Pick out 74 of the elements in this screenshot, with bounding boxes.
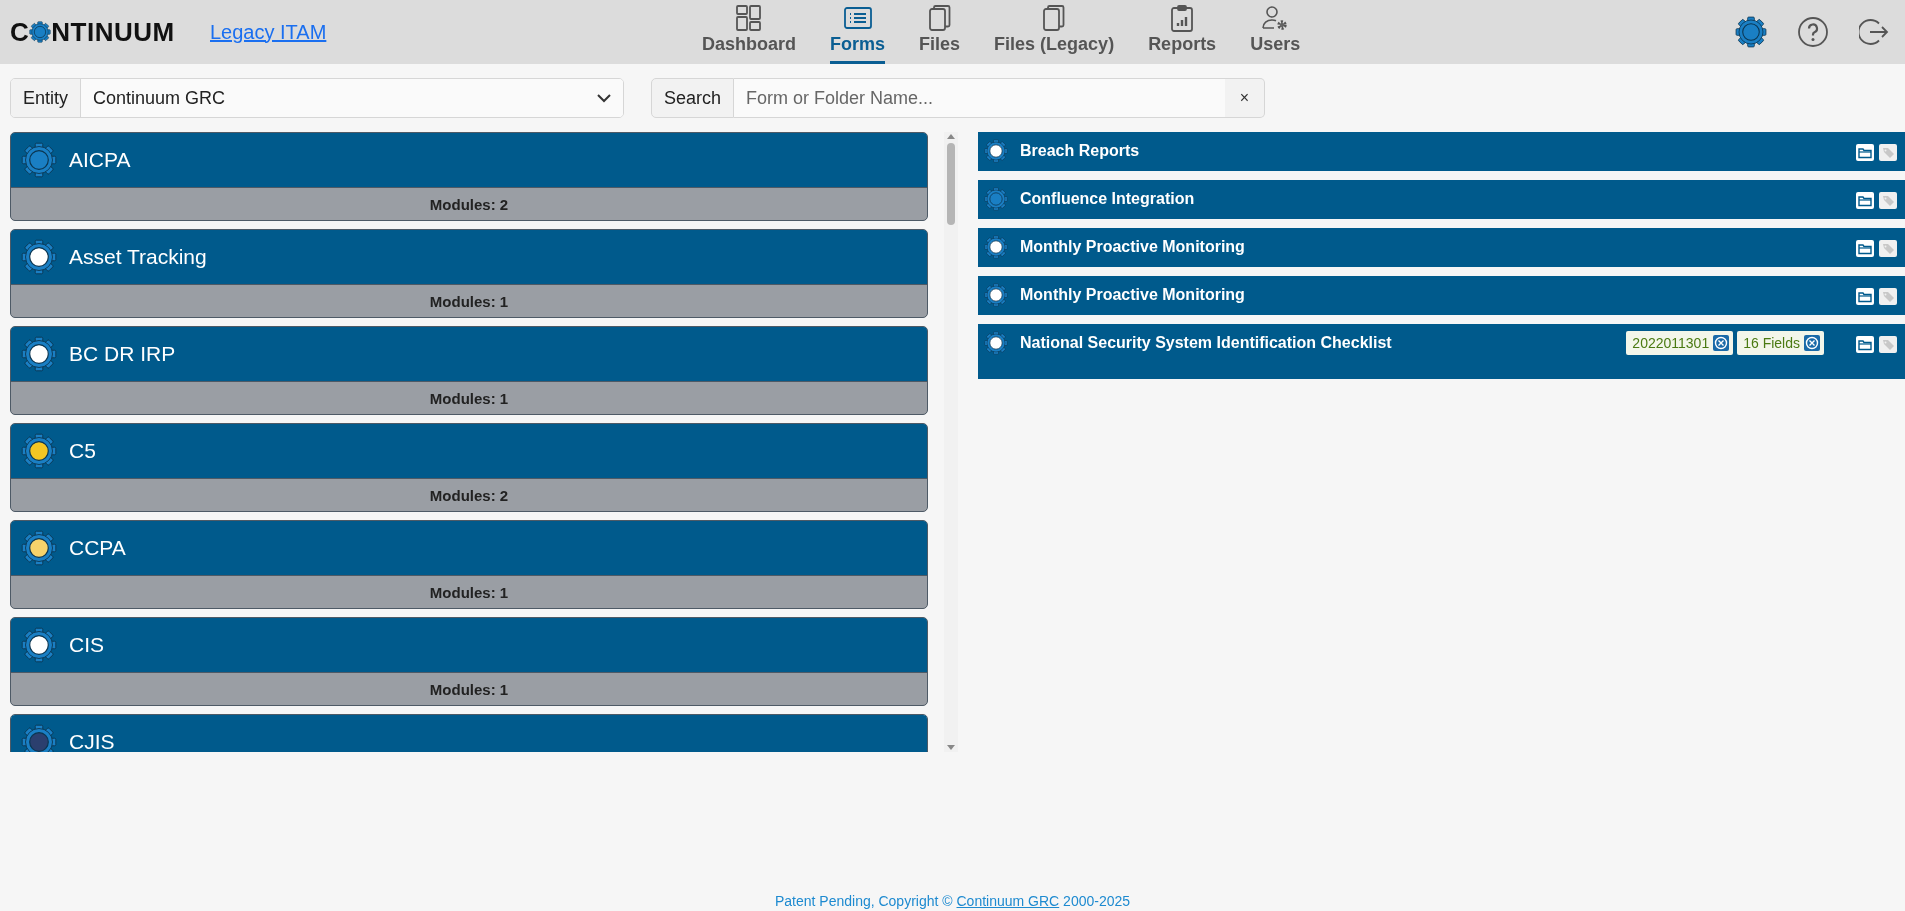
folder-icon[interactable] [1856,192,1874,209]
chevron-down-icon [597,93,611,103]
framework-badge-icon [21,336,57,372]
entity-select[interactable]: Entity Continuum GRC [10,78,624,118]
form-row[interactable]: Breach Reports [978,132,1905,171]
modules-count: Modules: 1 [11,575,927,608]
framework-badge-icon [21,724,57,752]
scrollbar[interactable] [944,132,958,752]
framework-name: AICPA [69,148,131,172]
form-name: National Security System Identification Checklist [1020,334,1393,352]
help-icon[interactable] [1797,16,1829,48]
modules-count: Modules: 1 [11,381,927,414]
clear-button[interactable]: × [1225,78,1265,118]
files-icon [926,4,953,32]
folder-icon[interactable] [1856,144,1874,161]
framework-name: CIS [69,633,104,657]
form-badge-icon [984,235,1008,259]
framework-badge-icon [21,142,57,178]
form-row[interactable]: National Security System Identification Checklist 2022011301 16 Fields [978,324,1905,379]
folder-icon[interactable] [1856,240,1874,257]
form-badge-icon [984,187,1008,211]
list-icon [842,4,873,32]
framework-badge-icon [21,433,57,469]
copyright-text: Patent Pending, Copyright © Continuum GRC 2000-2025 [773,893,1132,911]
framework-name: Asset Tracking [69,245,207,269]
logout-icon[interactable] [1859,17,1889,47]
framework-name: CJIS [69,730,115,752]
search-field[interactable]: Form or Folder Name... [734,78,1225,118]
framework-card[interactable]: CJIS [10,714,928,752]
form-badge-icon [984,139,1008,163]
framework-card[interactable]: BC DR IRP Modules: 1 [10,326,928,415]
framework-name: C5 [69,439,96,463]
form-badge-icon [984,331,1008,355]
modules-count: Modules: 1 [11,672,927,705]
dashboard-icon [735,4,763,32]
framework-card[interactable]: C5 Modules: 2 [10,423,928,512]
filter-tag[interactable]: 2022011301 [1626,331,1734,355]
framework-badge-icon [21,239,57,275]
form-row[interactable]: Monthly Proactive Monitoring [978,276,1905,315]
modules-count: Modules: 2 [11,187,927,220]
folder-icon[interactable] [1856,288,1874,305]
framework-name: BC DR IRP [69,342,176,366]
nav-tab[interactable]: Users [1250,0,1301,64]
settings-icon [1735,16,1767,48]
form-row[interactable]: Monthly Proactive Monitoring [978,228,1905,267]
folder-icon[interactable] [1856,336,1874,353]
logo-gear-icon [29,21,52,43]
nav-tab[interactable]: Files [919,0,961,64]
continuum-grc-link[interactable]: Continuum GRC [956,893,1060,909]
search-label: Search [651,78,735,118]
remove-icon[interactable] [1713,335,1730,351]
user-gear-icon [1261,4,1290,32]
framework-card[interactable]: Asset Tracking Modules: 1 [10,229,928,318]
form-row[interactable]: Confluence Integration [978,180,1905,219]
remove-icon[interactable] [1804,335,1820,351]
nav-tab[interactable]: Reports [1148,0,1217,64]
framework-card[interactable]: CCPA Modules: 1 [10,520,928,609]
framework-name: CCPA [69,536,126,560]
nav-tab[interactable]: Dashboard [702,0,797,64]
framework-card[interactable]: AICPA Modules: 2 [10,132,928,221]
form-name: Confluence Integration [1020,190,1196,208]
form-name: Monthly Proactive Monitoring [1020,238,1246,256]
nav-tab[interactable]: Forms [830,0,886,64]
modules-count: Modules: 2 [11,478,927,511]
framework-badge-icon [21,627,57,663]
modules-count: Modules: 1 [11,284,927,317]
framework-card[interactable]: CIS Modules: 1 [10,617,928,706]
framework-badge-icon [21,530,57,566]
form-name: Monthly Proactive Monitoring [1020,286,1246,304]
filter-tag[interactable]: 16 Fields [1737,331,1824,355]
nav-tab[interactable]: Files (Legacy) [994,0,1115,64]
form-name: Breach Reports [1020,142,1141,160]
clipboard-chart-icon [1169,4,1196,32]
form-badge-icon [984,283,1008,307]
